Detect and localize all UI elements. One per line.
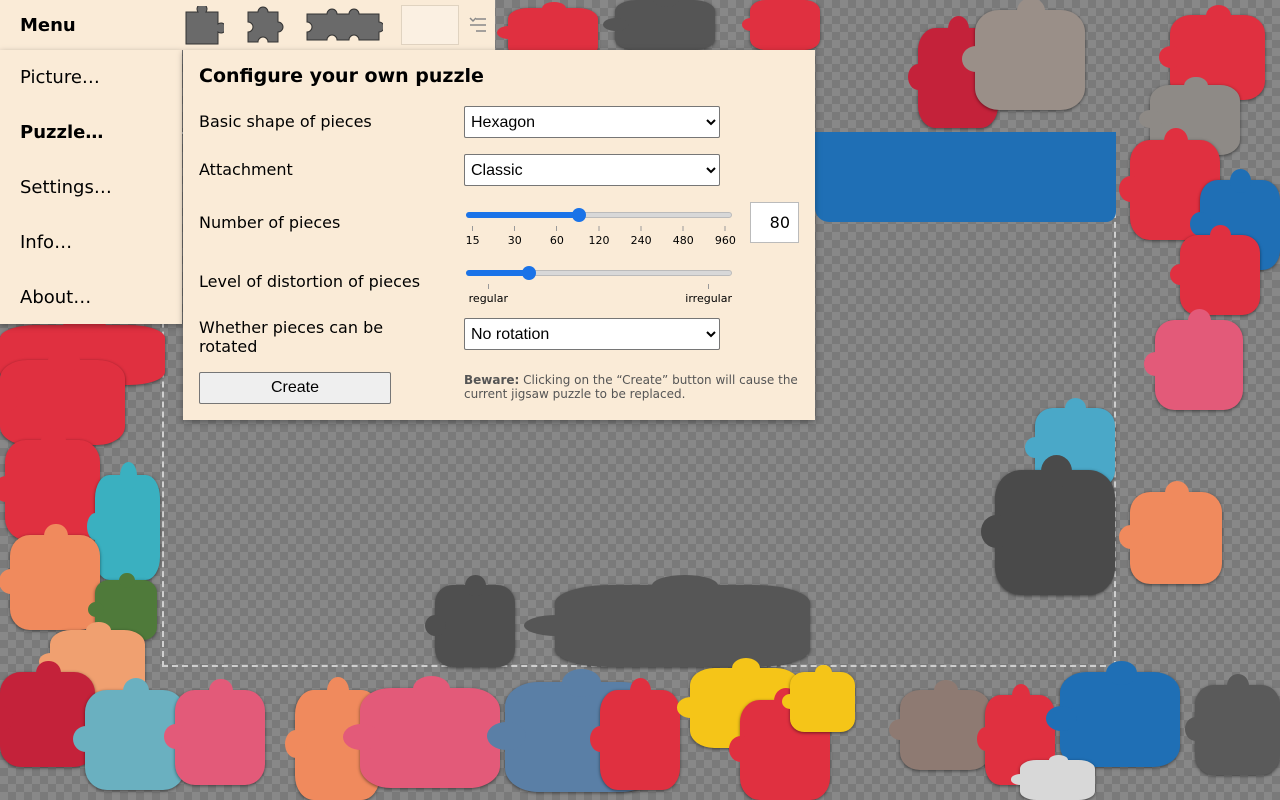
pieces-count-field[interactable]: 80 — [750, 202, 799, 243]
pieces-tick-label: 30 — [508, 226, 522, 247]
distortion-tick-max: irregular — [685, 284, 732, 305]
distortion-slider-fill — [466, 270, 529, 276]
create-button[interactable]: Create — [199, 372, 391, 404]
puzzle-piece[interactable] — [782, 664, 855, 732]
puzzle-piece[interactable] — [603, 0, 715, 50]
puzzle-piece[interactable] — [87, 462, 160, 580]
pieces-label: Number of pieces — [199, 213, 341, 232]
shape-select[interactable]: Hexagon — [464, 106, 720, 138]
attachment-label: Attachment — [199, 160, 293, 179]
puzzle-piece-icon[interactable] — [182, 6, 224, 46]
pieces-ticks: 15 30 60 120 240 480 960 — [466, 226, 736, 247]
beware-label: Beware: — [464, 373, 520, 387]
puzzle-piece[interactable] — [1011, 755, 1095, 800]
puzzle-piece[interactable] — [590, 678, 680, 790]
puzzle-piece[interactable] — [343, 676, 500, 788]
menu-item-info[interactable]: Info… — [0, 215, 182, 270]
puzzle-piece[interactable] — [524, 575, 810, 667]
distortion-ticks: regular irregular — [466, 284, 732, 305]
dialog-title: Configure your own puzzle — [199, 65, 484, 87]
puzzle-piece[interactable] — [164, 678, 265, 785]
main-menu: Picture… Puzzle… Settings… Info… About… — [0, 50, 182, 324]
puzzle-assembled-strip[interactable] — [815, 132, 1116, 222]
puzzle-piece[interactable] — [0, 660, 95, 767]
rotation-label: Whether pieces can be rotated — [199, 318, 384, 356]
puzzle-piece[interactable] — [1118, 480, 1222, 584]
puzzle-piece-outline-icon[interactable] — [240, 6, 286, 46]
puzzle-piece[interactable] — [980, 455, 1115, 595]
puzzle-piece[interactable] — [0, 523, 100, 630]
menu-item-settings[interactable]: Settings… — [0, 160, 182, 215]
distortion-slider[interactable] — [466, 266, 732, 280]
attachment-select[interactable]: Classic — [464, 154, 720, 186]
toolbar: Menu — [0, 0, 495, 50]
pieces-slider-thumb[interactable] — [572, 208, 587, 222]
puzzle-piece[interactable] — [425, 575, 515, 667]
puzzle-piece[interactable] — [1045, 660, 1180, 767]
puzzle-piece[interactable] — [889, 680, 990, 770]
shape-label: Basic shape of pieces — [199, 112, 372, 131]
pieces-tick-label: 60 — [550, 226, 564, 247]
puzzle-piece[interactable] — [741, 0, 820, 50]
pieces-tick-label: 15 — [466, 226, 480, 247]
puzzle-piece[interactable] — [961, 0, 1085, 110]
puzzle-strip-icon[interactable] — [303, 6, 383, 46]
blank-button[interactable] — [401, 5, 459, 45]
menu-item-about[interactable]: About… — [0, 270, 182, 325]
puzzle-piece[interactable] — [1170, 225, 1260, 315]
puzzle-piece[interactable] — [1184, 674, 1280, 775]
rotation-select[interactable]: No rotation — [464, 318, 720, 350]
configure-puzzle-dialog: Configure your own puzzle Basic shape of… — [183, 50, 815, 420]
distortion-label: Level of distortion of pieces — [199, 272, 421, 291]
pieces-tick-label: 120 — [589, 226, 610, 247]
distortion-slider-thumb[interactable] — [521, 266, 536, 280]
pieces-tick-label: 960 — [715, 226, 736, 247]
beware-note: Beware: Clicking on the “Create” button … — [464, 373, 804, 401]
pieces-slider-fill — [466, 212, 580, 218]
puzzle-piece[interactable] — [1144, 309, 1243, 410]
menu-button[interactable]: Menu — [0, 0, 182, 50]
list-icon[interactable] — [468, 15, 488, 35]
distortion-tick-min: regular — [469, 284, 508, 305]
menu-item-puzzle[interactable]: Puzzle… — [0, 105, 182, 160]
menu-label: Menu — [20, 14, 76, 36]
pieces-tick-label: 240 — [631, 226, 652, 247]
menu-item-picture[interactable]: Picture… — [0, 50, 182, 105]
pieces-tick-label: 480 — [673, 226, 694, 247]
pieces-slider[interactable] — [466, 208, 732, 222]
